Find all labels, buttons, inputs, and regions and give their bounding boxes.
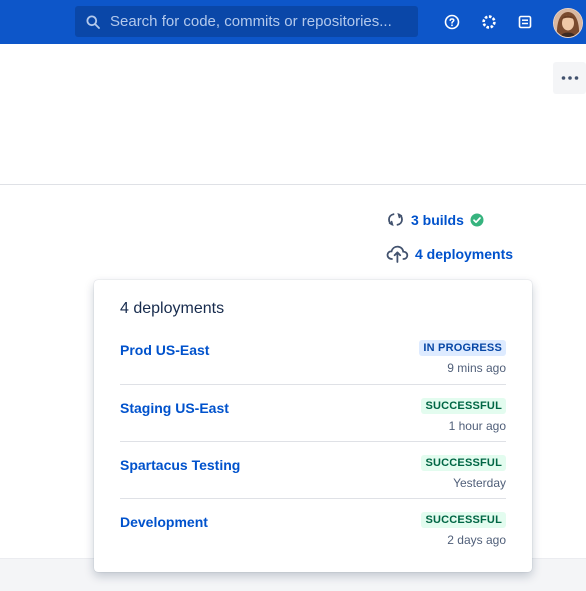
search-placeholder: Search for code, commits or repositories… (110, 13, 392, 30)
more-icon (561, 76, 578, 80)
section-divider (0, 184, 586, 185)
deployments-label: 4 deployments (415, 246, 514, 262)
deployment-time: 9 mins ago (447, 361, 506, 375)
cloud-upload-icon (386, 245, 409, 263)
settings-icon[interactable] (480, 13, 498, 31)
deployment-time: Yesterday (453, 476, 506, 490)
deployment-name[interactable]: Prod US-East (120, 342, 209, 358)
help-icon[interactable] (443, 13, 461, 31)
success-check-icon (470, 213, 484, 227)
search-input[interactable]: Search for code, commits or repositories… (75, 6, 418, 37)
top-navigation-bar: Search for code, commits or repositories… (0, 0, 586, 44)
deployment-name[interactable]: Staging US-East (120, 400, 229, 416)
search-icon (86, 15, 100, 29)
deployment-name[interactable]: Spartacus Testing (120, 457, 240, 473)
builds-icon (386, 211, 405, 228)
deployments-popup: 4 deployments Prod US-East IN PROGRESS 9… (94, 280, 532, 572)
status-badge: SUCCESSFUL (421, 455, 506, 471)
deployment-name[interactable]: Development (120, 514, 208, 530)
deployment-row[interactable]: Spartacus Testing SUCCESSFUL Yesterday (120, 441, 506, 499)
avatar[interactable] (553, 8, 583, 38)
deployment-row[interactable]: Staging US-East SUCCESSFUL 1 hour ago (120, 384, 506, 442)
builds-label: 3 builds (411, 211, 464, 228)
deployment-row[interactable]: Development SUCCESSFUL 2 days ago (120, 498, 506, 556)
status-badge: IN PROGRESS (419, 340, 506, 356)
deployments-link[interactable]: 4 deployments (386, 245, 513, 263)
status-badge: SUCCESSFUL (421, 512, 506, 528)
builds-link[interactable]: 3 builds (386, 211, 484, 228)
deployment-time: 1 hour ago (448, 419, 506, 433)
more-actions-button[interactable] (553, 62, 586, 94)
notes-icon[interactable] (516, 13, 534, 31)
deployment-row[interactable]: Prod US-East IN PROGRESS 9 mins ago (120, 327, 506, 384)
popup-title: 4 deployments (120, 300, 225, 317)
status-badge: SUCCESSFUL (421, 398, 506, 414)
deployment-time: 2 days ago (447, 533, 506, 547)
